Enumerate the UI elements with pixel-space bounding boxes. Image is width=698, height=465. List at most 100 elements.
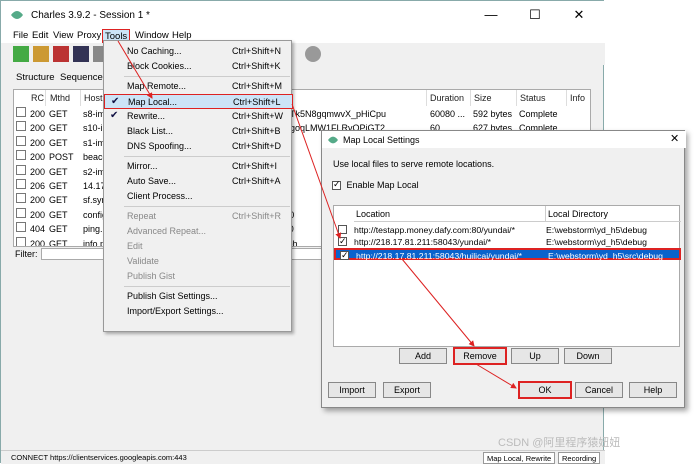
map-local-dialog: Map Local Settings ✕ Use local files to …: [321, 130, 686, 408]
menu-view[interactable]: View: [51, 29, 75, 43]
watermark: CSDN @阿里程序猿妞妞: [498, 437, 621, 449]
export-button[interactable]: Export: [383, 382, 431, 398]
menu-item-label: Publish Gist Settings...: [127, 291, 218, 301]
enable-checkbox[interactable]: [332, 179, 341, 191]
menu-item[interactable]: Mirror... Ctrl+Shift+I: [104, 159, 293, 174]
menu-item-label: Auto Save...: [127, 176, 177, 186]
menu-item-label: Map Local...: [128, 97, 178, 107]
menu-item-label: Map Remote...: [127, 81, 187, 91]
table-cell-rc: 404: [30, 224, 46, 235]
status-text: CONNECT https://clientservices.googleapi…: [11, 453, 187, 462]
cancel-button[interactable]: Cancel: [575, 382, 623, 398]
col-size[interactable]: Size: [471, 90, 517, 106]
ok-button[interactable]: OK: [518, 381, 572, 399]
up-button[interactable]: Up: [511, 348, 559, 364]
menu-bar: File Edit View Proxy Tools Window Help: [1, 29, 605, 43]
menu-item[interactable]: Map Remote... Ctrl+Shift+M: [104, 79, 293, 94]
clear-icon[interactable]: [53, 46, 69, 62]
menu-item[interactable]: ✔ Rewrite... Ctrl+Shift+W: [104, 109, 293, 124]
col-duration[interactable]: Duration: [427, 90, 471, 106]
mapping-local-dir: E:\webstorm\yd_h5\debug: [546, 237, 647, 247]
table-cell-duration: 60080 ...: [430, 109, 466, 119]
menu-item-shortcut: Ctrl+Shift+R: [232, 211, 282, 221]
col-status[interactable]: Status: [517, 90, 567, 106]
col-location[interactable]: Location: [354, 206, 545, 222]
recording-status[interactable]: Recording: [558, 452, 601, 464]
menu-item[interactable]: Client Process...: [104, 189, 293, 204]
close-button[interactable]: ✕: [557, 1, 601, 29]
minimize-button[interactable]: —: [469, 1, 513, 29]
menu-item-label: Black List...: [127, 126, 174, 136]
table-cell-rc: 200: [30, 137, 46, 148]
table-cell-method: GET: [49, 137, 68, 148]
menu-item-label: Edit: [127, 241, 143, 251]
mapping-location: http://testapp.money.dafy.com:80/yundai/…: [354, 225, 515, 235]
request-icon: [16, 179, 26, 189]
menu-item-shortcut: Ctrl+Shift+L: [233, 97, 281, 107]
menu-item[interactable]: ✔ Map Local... Ctrl+Shift+L: [104, 94, 293, 109]
col-local-directory[interactable]: Local Directory: [545, 206, 681, 222]
menu-item-shortcut: Ctrl+Shift+B: [232, 126, 281, 136]
new-session-icon[interactable]: [13, 46, 29, 62]
down-button[interactable]: Down: [564, 348, 612, 364]
gear-icon[interactable]: [305, 46, 321, 62]
dialog-title-bar: Map Local Settings ✕: [322, 131, 686, 148]
help-button[interactable]: Help: [629, 382, 677, 398]
menu-proxy[interactable]: Proxy: [75, 29, 103, 43]
menu-item[interactable]: Import/Export Settings...: [104, 304, 293, 319]
dialog-close-button[interactable]: ✕: [670, 132, 679, 145]
menu-item-label: Advanced Repeat...: [127, 226, 207, 236]
table-cell-host: s8-im: [83, 109, 105, 119]
maximize-button[interactable]: ☐: [513, 1, 557, 29]
menu-item-label: Client Process...: [127, 191, 193, 201]
menu-item-label: Repeat: [127, 211, 157, 221]
menu-separator: [124, 206, 290, 207]
col-info[interactable]: Info: [567, 90, 590, 106]
menu-item: Advanced Repeat...: [104, 224, 293, 239]
table-row[interactable]: 200 GET s8-im lling/f5Tk5N8gqmwvX_pHiCpu 600…: [14, 107, 590, 121]
table-cell-method: GET: [49, 195, 68, 206]
menu-item[interactable]: Black List... Ctrl+Shift+B: [104, 124, 293, 139]
col-rc[interactable]: RC: [28, 90, 46, 106]
add-button[interactable]: Add: [399, 348, 447, 364]
table-cell-method: GET: [49, 224, 68, 235]
map-local-status[interactable]: Map Local, Rewrite: [483, 452, 556, 464]
menu-item[interactable]: Publish Gist Settings...: [104, 289, 293, 304]
mapping-row[interactable]: http://218.17.81.211:58043/yundai/* E:\we…: [334, 236, 681, 248]
menu-item[interactable]: Auto Save... Ctrl+Shift+A: [104, 174, 293, 189]
enable-map-local[interactable]: Enable Map Local: [332, 179, 419, 191]
menu-item: Validate: [104, 254, 293, 269]
request-icon: [16, 222, 26, 233]
table-cell-method: GET: [49, 181, 68, 191]
mapping-local-dir: E:\webstorm\yd_h5\src\debug: [548, 251, 663, 261]
save-icon[interactable]: [73, 46, 89, 62]
tab-sequence[interactable]: Sequence: [57, 71, 106, 85]
mapping-row[interactable]: http://218.17.81.211:58043/huilicai/yund…: [334, 248, 681, 261]
tab-structure[interactable]: Structure: [13, 71, 58, 85]
mapping-checkbox[interactable]: [340, 251, 349, 260]
mapping-location: http://218.17.81.211:58043/yundai/*: [354, 237, 492, 247]
menu-item[interactable]: Block Cookies... Ctrl+Shift+K: [104, 59, 293, 74]
toolbar: [1, 43, 605, 65]
menu-item-shortcut: Ctrl+Shift+N: [232, 46, 282, 56]
table-cell-rc: 206: [30, 181, 46, 191]
check-icon: ✔: [110, 110, 119, 121]
col-method[interactable]: Mthd: [47, 90, 81, 106]
request-icon: [16, 107, 26, 117]
menu-item-shortcut: Ctrl+Shift+M: [232, 81, 283, 91]
menu-edit[interactable]: Edit: [30, 29, 50, 43]
menu-file[interactable]: File: [11, 29, 30, 43]
request-icon: [16, 135, 26, 146]
mapping-checkbox[interactable]: [338, 225, 347, 234]
remove-button[interactable]: Remove: [453, 347, 507, 365]
table-cell-rc: 200: [30, 195, 46, 206]
filter-label: Filter:: [15, 249, 38, 259]
open-icon[interactable]: [33, 46, 49, 62]
mapping-row[interactable]: http://testapp.money.dafy.com:80/yundai/…: [334, 224, 681, 236]
table-cell-rc: 200: [30, 238, 46, 247]
menu-item[interactable]: No Caching... Ctrl+Shift+N: [104, 44, 293, 59]
menu-item[interactable]: DNS Spoofing... Ctrl+Shift+D: [104, 139, 293, 154]
mapping-checkbox[interactable]: [338, 237, 347, 246]
table-cell-rc: 200: [30, 152, 46, 163]
import-button[interactable]: Import: [328, 382, 376, 398]
